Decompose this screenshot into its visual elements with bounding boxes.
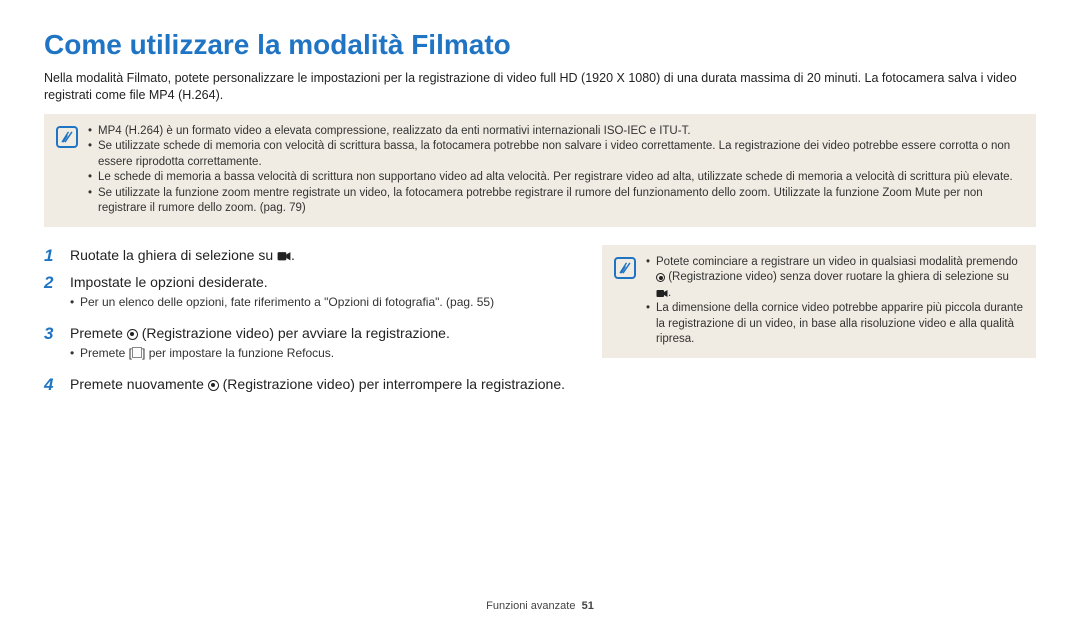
page-number: 51 [582,600,594,612]
intro-paragraph: Nella modalità Filmato, potete personali… [44,70,1036,104]
step4-text-b: (Registrazione video) per interrompere l… [219,376,565,392]
movie-mode-icon [277,247,291,258]
button-placeholder-icon [132,347,142,358]
movie-mode-icon [656,288,668,297]
step-4: 4 Premete nuovamente (Registrazione vide… [44,374,574,395]
step-number: 2 [44,272,60,317]
record-icon [208,380,219,391]
step-number: 3 [44,323,60,368]
step3-sub: Premete [] per impostare la funzione Ref… [70,345,574,362]
step3-text-a: Premete [70,325,127,341]
side-column: Potete cominciare a registrare un video … [602,245,1036,402]
top-note-item: Le schede di memoria a bassa velocità di… [88,170,1024,186]
step-number: 4 [44,374,60,395]
step-number: 1 [44,245,60,266]
step1-text-a: Ruotate la ghiera di selezione su [70,247,277,263]
step-body: Premete nuovamente (Registrazione video)… [70,374,574,395]
step-2: 2 Impostate le opzioni desiderate. Per u… [44,272,574,317]
top-note-item: Se utilizzate la funzione zoom mentre re… [88,186,1024,217]
side-note-item: La dimensione della cornice video potreb… [646,301,1024,348]
record-icon [127,329,138,340]
note-icon [614,257,636,279]
step3-text-b: (Registrazione video) per avviare la reg… [138,325,450,341]
step-body: Impostate le opzioni desiderate. Per un … [70,272,574,317]
note-icon [56,126,78,148]
side-note-item: Potete cominciare a registrare un video … [646,255,1024,302]
page-footer: Funzioni avanzate 51 [0,599,1080,614]
step-body: Ruotate la ghiera di selezione su . [70,245,574,266]
top-note-item: MP4 (H.264) è un formato video a elevata… [88,124,1024,140]
step2-text: Impostate le opzioni desiderate. [70,274,268,290]
side-note-box: Potete cominciare a registrare un video … [602,245,1036,358]
side-note-list: Potete cominciare a registrare un video … [646,255,1024,348]
two-column-layout: 1 Ruotate la ghiera di selezione su . 2 … [44,245,1036,402]
steps-column: 1 Ruotate la ghiera di selezione su . 2 … [44,245,574,402]
step4-text-a: Premete nuovamente [70,376,208,392]
footer-section-label: Funzioni avanzate [486,600,575,612]
record-icon [656,273,665,282]
top-note-item: Se utilizzate schede di memoria con velo… [88,139,1024,170]
step-3: 3 Premete (Registrazione video) per avvi… [44,323,574,368]
step-1: 1 Ruotate la ghiera di selezione su . [44,245,574,266]
top-note-box: MP4 (H.264) è un formato video a elevata… [44,114,1036,227]
step2-sub: Per un elenco delle opzioni, fate riferi… [70,294,574,311]
step-body: Premete (Registrazione video) per avviar… [70,323,574,368]
top-note-list: MP4 (H.264) è un formato video a elevata… [88,124,1024,217]
step1-text-b: . [291,247,295,263]
page-title: Come utilizzare la modalità Filmato [44,26,1036,64]
